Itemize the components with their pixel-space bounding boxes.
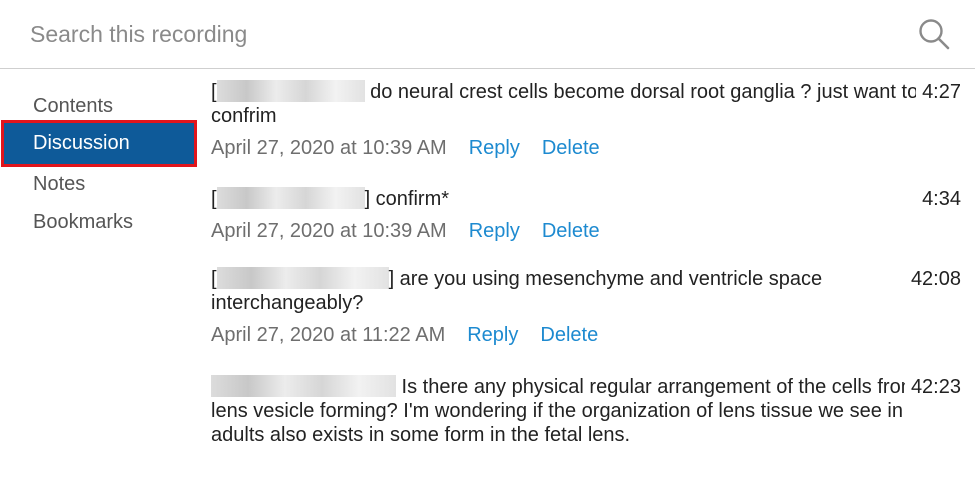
- comment-timestamp[interactable]: 4:34: [916, 187, 961, 211]
- comment-item: [] confirm* 4:34 April 27, 2020 at 10:39…: [211, 187, 961, 245]
- comment-meta: April 27, 2020 at 11:22 AM Reply Delete: [211, 321, 961, 349]
- comment-item: [] are you using mesenchyme and ventricl…: [211, 267, 961, 349]
- comment-body: [ do neural crest cells become dorsal ro…: [211, 80, 961, 128]
- search-icon[interactable]: [917, 17, 951, 51]
- sidebar-item-notes[interactable]: Notes: [0, 164, 196, 204]
- comment-item: Is there any physical regular arrangemen…: [211, 375, 961, 447]
- delete-link[interactable]: Delete: [542, 220, 600, 242]
- delete-link[interactable]: Delete: [542, 137, 600, 159]
- comment-meta: April 27, 2020 at 10:39 AM Reply Delete: [211, 134, 961, 162]
- sidebar-item-discussion[interactable]: Discussion: [1, 120, 197, 167]
- comment-date: April 27, 2020 at 10:39 AM: [211, 137, 447, 159]
- comment-meta: April 27, 2020 at 10:39 AM Reply Delete: [211, 217, 961, 245]
- redacted-author: [211, 375, 396, 397]
- comment-date: April 27, 2020 at 10:39 AM: [211, 220, 447, 242]
- comment-body: [] are you using mesenchyme and ventricl…: [211, 267, 961, 315]
- comment-timestamp[interactable]: 4:27: [916, 80, 961, 104]
- comment-item: [ do neural crest cells become dorsal ro…: [211, 80, 961, 162]
- redacted-author: [216, 267, 389, 289]
- sidebar-item-bookmarks[interactable]: Bookmarks: [0, 202, 196, 242]
- comment-body: Is there any physical regular arrangemen…: [211, 375, 961, 447]
- comment-timestamp[interactable]: 42:23: [904, 375, 961, 399]
- search-input[interactable]: [26, 14, 894, 54]
- redacted-author: [216, 187, 365, 209]
- comment-date: April 27, 2020 at 11:22 AM: [211, 324, 446, 346]
- sidebar-item-contents[interactable]: Contents: [0, 86, 196, 126]
- comment-body: [] confirm* 4:34: [211, 187, 961, 211]
- redacted-author: [216, 80, 365, 102]
- delete-link[interactable]: Delete: [540, 324, 598, 346]
- reply-link[interactable]: Reply: [469, 137, 520, 159]
- comment-text: ] confirm*: [364, 188, 450, 210]
- comment-timestamp[interactable]: 42:08: [904, 267, 961, 291]
- reply-link[interactable]: Reply: [469, 220, 520, 242]
- search-bar: [0, 0, 975, 69]
- reply-link[interactable]: Reply: [467, 324, 518, 346]
